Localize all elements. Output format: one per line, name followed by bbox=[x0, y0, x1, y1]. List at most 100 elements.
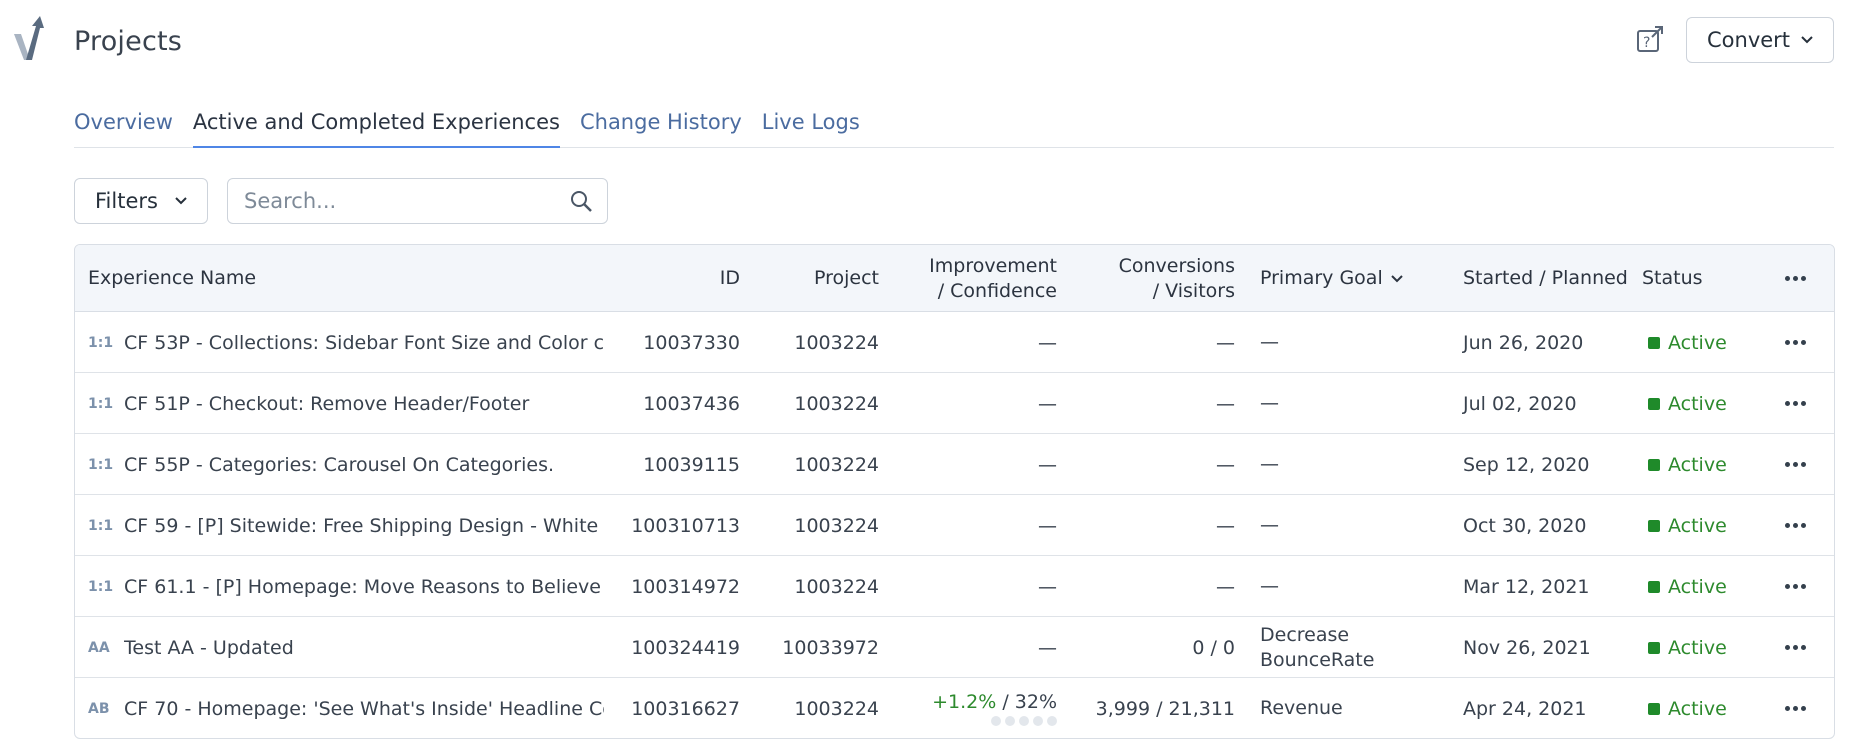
chevron-down-icon bbox=[1391, 274, 1403, 282]
started-date: Jun 26, 2020 bbox=[1463, 331, 1584, 354]
row-more-options-icon[interactable] bbox=[1775, 617, 1815, 678]
status-label: Active bbox=[1668, 453, 1727, 476]
experience-id: 100316627 bbox=[631, 697, 740, 720]
project-id: 1003224 bbox=[794, 453, 879, 476]
experience-name-link[interactable]: Test AA - Updated bbox=[124, 617, 604, 678]
improvement-value: — bbox=[1038, 331, 1057, 354]
header-improvement-confidence[interactable]: Improvement / Confidence bbox=[905, 254, 1057, 304]
table-row[interactable]: 1:1 CF 61.1 - [P] Homepage: Move Reasons… bbox=[75, 556, 1834, 617]
improvement-value: — bbox=[1038, 575, 1057, 598]
search-input[interactable] bbox=[228, 179, 548, 223]
experience-id: 100324419 bbox=[631, 636, 740, 659]
header-started-planned[interactable]: Started / Planned bbox=[1463, 266, 1628, 291]
project-id: 1003224 bbox=[794, 331, 879, 354]
status-label: Active bbox=[1668, 575, 1727, 598]
status-badge: Active bbox=[1648, 312, 1768, 373]
conversions-value: — bbox=[1216, 575, 1235, 598]
header-id[interactable]: ID bbox=[675, 266, 740, 291]
search-icon[interactable] bbox=[569, 189, 593, 213]
table-row[interactable]: 1:1 CF 53P - Collections: Sidebar Font S… bbox=[75, 312, 1834, 373]
primary-goal: — bbox=[1260, 575, 1279, 597]
primary-goal: Revenue bbox=[1260, 697, 1343, 719]
row-more-options-icon[interactable] bbox=[1775, 556, 1815, 617]
experience-id: 10037436 bbox=[643, 392, 740, 415]
header-project[interactable]: Project bbox=[775, 266, 879, 291]
experience-name-link[interactable]: CF 53P - Collections: Sidebar Font Size … bbox=[124, 312, 604, 373]
row-more-options-icon[interactable] bbox=[1775, 312, 1815, 373]
experience-name-link[interactable]: CF 61.1 - [P] Homepage: Move Reasons to … bbox=[124, 556, 604, 617]
experience-name-link[interactable]: CF 55P - Categories: Carousel On Categor… bbox=[124, 434, 604, 495]
experience-id: 100314972 bbox=[631, 575, 740, 598]
chevron-down-icon bbox=[1801, 36, 1813, 44]
project-id: 10033972 bbox=[782, 636, 879, 659]
experience-name-link[interactable]: CF 51P - Checkout: Remove Header/Footer bbox=[124, 373, 604, 434]
tab-active-completed-experiences[interactable]: Active and Completed Experiences bbox=[192, 96, 560, 148]
project-id: 1003224 bbox=[794, 697, 879, 720]
status-badge: Active bbox=[1648, 495, 1768, 556]
primary-goal: — bbox=[1260, 392, 1279, 414]
header-experience-name[interactable]: Experience Name bbox=[88, 266, 256, 291]
experience-type-badge: 1:1 bbox=[88, 334, 114, 351]
row-more-options-icon[interactable] bbox=[1775, 373, 1815, 434]
help-external-link-icon[interactable]: ? bbox=[1634, 24, 1666, 56]
status-label: Active bbox=[1668, 514, 1727, 537]
started-date: Apr 24, 2021 bbox=[1463, 697, 1587, 720]
header-status[interactable]: Status bbox=[1642, 266, 1703, 291]
row-more-options-icon[interactable] bbox=[1775, 434, 1815, 495]
status-indicator-icon bbox=[1648, 519, 1660, 532]
status-indicator-icon bbox=[1648, 336, 1660, 349]
status-badge: Active bbox=[1648, 556, 1768, 617]
experience-name-link[interactable]: CF 70 - Homepage: 'See What's Inside' He… bbox=[124, 678, 604, 738]
search-field bbox=[227, 178, 608, 224]
improvement-confidence: +1.2% / 32% bbox=[905, 678, 1057, 738]
convert-button-label: Convert bbox=[1707, 28, 1791, 52]
tab-change-history[interactable]: Change History bbox=[580, 96, 742, 148]
status-indicator-icon bbox=[1648, 702, 1660, 715]
tab-bar: Overview Active and Completed Experience… bbox=[74, 96, 1834, 148]
conversions-value: 0 / 0 bbox=[1192, 636, 1235, 659]
row-more-options-icon[interactable] bbox=[1775, 495, 1815, 556]
status-label: Active bbox=[1668, 392, 1727, 415]
project-id: 1003224 bbox=[794, 392, 879, 415]
table-header: Experience Name ID Project Improvement /… bbox=[75, 245, 1834, 312]
experience-type-badge: AB bbox=[88, 700, 110, 717]
convert-dropdown-button[interactable]: Convert bbox=[1686, 17, 1834, 63]
experience-id: 10039115 bbox=[643, 453, 740, 476]
confidence-value: / 32% bbox=[1002, 691, 1057, 713]
experience-type-badge: 1:1 bbox=[88, 456, 114, 473]
started-date: Nov 26, 2021 bbox=[1463, 636, 1591, 659]
tab-overview[interactable]: Overview bbox=[74, 96, 173, 148]
table-row[interactable]: 1:1 CF 55P - Categories: Carousel On Cat… bbox=[75, 434, 1834, 495]
improvement-value: — bbox=[1038, 453, 1057, 476]
table-row[interactable]: AB CF 70 - Homepage: 'See What's Inside'… bbox=[75, 678, 1834, 738]
experience-id: 100310713 bbox=[631, 514, 740, 537]
experience-name-link[interactable]: CF 59 - [P] Sitewide: Free Shipping Desi… bbox=[124, 495, 604, 556]
header-primary-goal[interactable]: Primary Goal bbox=[1260, 266, 1405, 291]
status-badge: Active bbox=[1648, 678, 1768, 738]
experiences-table: Experience Name ID Project Improvement /… bbox=[74, 244, 1835, 739]
status-badge: Active bbox=[1648, 373, 1768, 434]
confidence-indicator bbox=[991, 716, 1057, 726]
conversions-value: — bbox=[1216, 453, 1235, 476]
status-badge: Active bbox=[1648, 617, 1768, 678]
primary-goal: — bbox=[1260, 453, 1279, 475]
table-row[interactable]: 1:1 CF 59 - [P] Sitewide: Free Shipping … bbox=[75, 495, 1834, 556]
header-conversions-visitors[interactable]: Conversions / Visitors bbox=[1075, 254, 1235, 304]
started-date: Mar 12, 2021 bbox=[1463, 575, 1590, 598]
brand-logo-icon bbox=[14, 16, 44, 60]
filters-dropdown-button[interactable]: Filters bbox=[74, 178, 208, 224]
tab-live-logs[interactable]: Live Logs bbox=[762, 96, 860, 148]
status-label: Active bbox=[1668, 331, 1727, 354]
table-row[interactable]: 1:1 CF 51P - Checkout: Remove Header/Foo… bbox=[75, 373, 1834, 434]
status-indicator-icon bbox=[1648, 458, 1660, 471]
improvement-value: — bbox=[1038, 636, 1057, 659]
header-conversions-line1: Conversions bbox=[1118, 255, 1235, 277]
table-row[interactable]: AA Test AA - Updated 100324419 10033972 … bbox=[75, 617, 1834, 678]
primary-goal: — bbox=[1260, 331, 1279, 353]
header-more-options-icon[interactable] bbox=[1775, 266, 1815, 291]
conversions-value: — bbox=[1216, 331, 1235, 354]
primary-goal: Decrease BounceRate bbox=[1260, 623, 1375, 671]
chevron-down-icon bbox=[175, 197, 187, 205]
row-more-options-icon[interactable] bbox=[1775, 678, 1815, 738]
filters-label: Filters bbox=[95, 189, 158, 213]
